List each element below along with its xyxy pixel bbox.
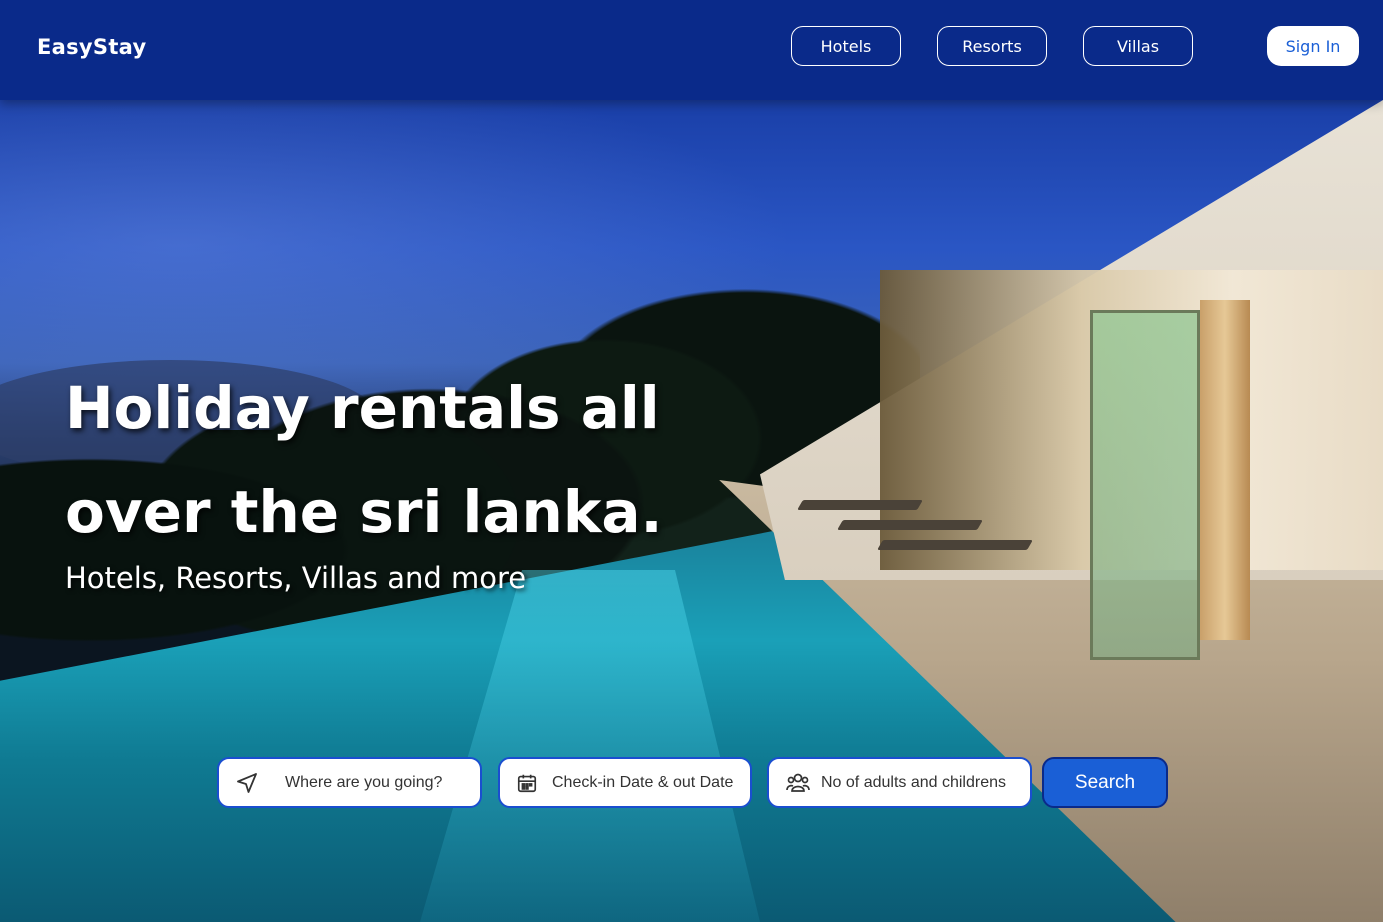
- dates-placeholder: Check-in Date & out Date: [552, 773, 734, 791]
- top-navbar: EasyStay Hotels Resorts Villas Sign In: [0, 0, 1383, 100]
- dates-input[interactable]: Check-in Date & out Date: [498, 757, 752, 808]
- hero-headline-line2: over the sri lanka.: [65, 478, 663, 546]
- destination-input[interactable]: Where are you going?: [217, 757, 482, 808]
- brand-logo[interactable]: EasyStay: [37, 35, 146, 59]
- nav-hotels-button[interactable]: Hotels: [791, 26, 901, 66]
- people-icon: [785, 771, 811, 795]
- calendar-icon: [516, 772, 538, 794]
- nav-resorts-button[interactable]: Resorts: [937, 26, 1047, 66]
- hero-subheadline: Hotels, Resorts, Villas and more: [65, 561, 527, 595]
- sign-in-button[interactable]: Sign In: [1267, 26, 1359, 66]
- nav-villas-button[interactable]: Villas: [1083, 26, 1193, 66]
- hero-headline: Holiday rentals all over the sri lanka.: [65, 356, 685, 564]
- destination-placeholder: Where are you going?: [285, 773, 443, 791]
- guests-placeholder: No of adults and childrens: [821, 773, 1006, 791]
- search-button[interactable]: Search: [1042, 757, 1168, 808]
- guests-input[interactable]: No of adults and childrens: [767, 757, 1032, 808]
- navigation-arrow-icon: [235, 771, 259, 795]
- hero-headline-line1: Holiday rentals all: [65, 374, 660, 442]
